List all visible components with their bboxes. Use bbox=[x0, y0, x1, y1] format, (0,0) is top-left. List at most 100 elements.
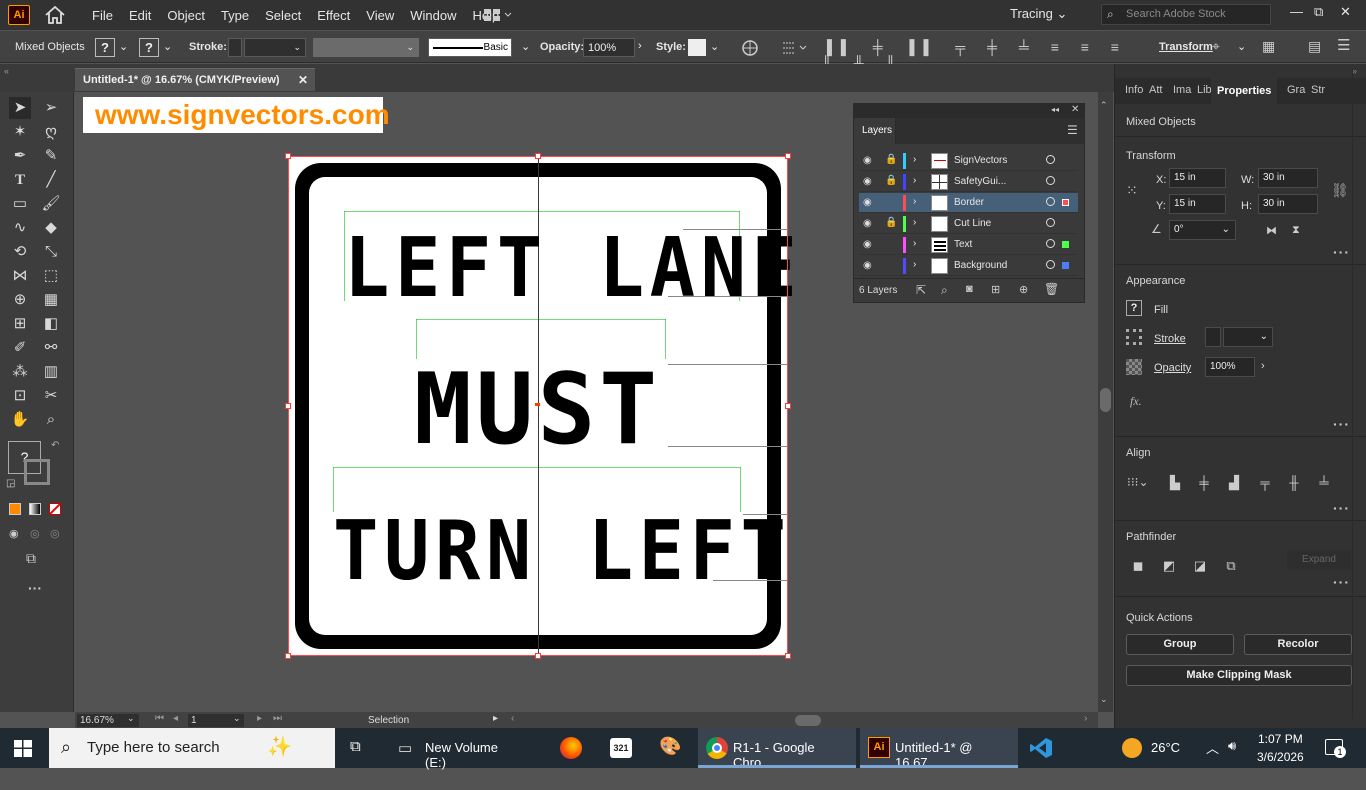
zoom-tool-icon[interactable]: ⌕ bbox=[40, 409, 62, 431]
align-vertical-center-icon[interactable]: ╫ bbox=[1286, 476, 1302, 490]
curvature-tool-icon[interactable]: ✎ bbox=[40, 145, 62, 167]
collapse-panel-icon[interactable]: ◂◂ bbox=[1051, 105, 1059, 114]
draw-inside-icon[interactable]: ◎ bbox=[50, 527, 60, 540]
visibility-eye-icon[interactable]: ◉ bbox=[863, 260, 872, 271]
resize-handle[interactable] bbox=[785, 403, 791, 409]
eyedropper-tool-icon[interactable]: ✐ bbox=[9, 337, 31, 359]
fill-swatch[interactable]: ? bbox=[1126, 300, 1142, 316]
variable-width-profile[interactable]: ⌄ bbox=[313, 38, 419, 57]
expand-arrow-icon[interactable]: › bbox=[913, 175, 916, 186]
next-artboard-icon[interactable]: ▸ bbox=[257, 713, 262, 724]
type-tool-icon[interactable]: T bbox=[9, 169, 31, 191]
tab-properties[interactable]: Properties bbox=[1211, 78, 1278, 104]
search-adobe-stock-input[interactable]: ⌕ Search Adobe Stock bbox=[1101, 4, 1271, 25]
stroke-weight-dropdown[interactable]: ⌄ bbox=[1223, 327, 1273, 347]
flip-horizontal-icon[interactable]: ⧓ bbox=[1266, 224, 1277, 237]
align-to-icon[interactable]: ⁝⁝⁝⌄ bbox=[1127, 475, 1149, 489]
layer-name[interactable]: Text bbox=[954, 239, 972, 250]
expand-arrow-icon[interactable]: › bbox=[913, 217, 916, 228]
chevron-down-icon[interactable]: ⌄ bbox=[521, 40, 530, 53]
target-circle-icon[interactable] bbox=[1046, 218, 1055, 227]
workspace-switcher[interactable]: Tracing ⌄ bbox=[1010, 6, 1067, 22]
fx-icon[interactable]: fx. bbox=[1130, 394, 1142, 409]
align-left-icon[interactable]: ▙ bbox=[1167, 476, 1183, 490]
selection-bounding-box[interactable] bbox=[288, 156, 788, 656]
width-tool-icon[interactable]: ⋈ bbox=[9, 265, 31, 287]
lock-icon[interactable]: 🔒 bbox=[885, 217, 897, 228]
fill-swatch[interactable]: ? bbox=[95, 38, 115, 57]
first-artboard-icon[interactable]: ⏮ bbox=[155, 713, 164, 724]
reference-point-icon[interactable]: ⁙ bbox=[1126, 182, 1138, 199]
vertical-scrollbar[interactable]: ⌃ ⌄ bbox=[1098, 92, 1113, 712]
calendar-app-icon[interactable]: 321 bbox=[610, 738, 632, 758]
target-circle-icon[interactable] bbox=[1046, 260, 1055, 269]
hand-tool-icon[interactable]: ✋ bbox=[9, 409, 31, 431]
tab-image-trace[interactable]: Ima bbox=[1173, 84, 1191, 96]
menu-effect[interactable]: Effect bbox=[309, 8, 358, 23]
chevron-down-icon[interactable]: ⌄ bbox=[233, 713, 241, 724]
panel-header[interactable]: ◂◂ ✕ bbox=[854, 104, 1084, 118]
new-sublayer-icon[interactable]: ⊞ bbox=[991, 283, 1000, 296]
stroke-color-box[interactable] bbox=[24, 459, 50, 485]
scale-tool-icon[interactable]: ⤡ bbox=[40, 241, 62, 263]
brush-definition[interactable]: Basic bbox=[428, 38, 512, 57]
chevron-down-icon[interactable]: ⌄ bbox=[710, 40, 719, 53]
new-layer-icon[interactable]: ⊕ bbox=[1019, 283, 1028, 296]
group-button[interactable]: Group bbox=[1126, 634, 1234, 655]
panel-menu-icon[interactable]: ☰ bbox=[1337, 36, 1350, 54]
scroll-thumb[interactable] bbox=[1100, 388, 1111, 412]
slice-tool-icon[interactable]: ✂ bbox=[40, 385, 62, 407]
exclude-icon[interactable]: ⧉ bbox=[1223, 559, 1239, 573]
taskbar-file-explorer[interactable]: ▭ New Volume (E:) bbox=[392, 728, 510, 770]
menu-window[interactable]: Window bbox=[402, 8, 464, 23]
free-transform-tool-icon[interactable]: ⬚ bbox=[40, 265, 62, 287]
notification-center-icon[interactable]: 1 bbox=[1325, 739, 1346, 758]
vscode-icon[interactable] bbox=[1029, 737, 1053, 759]
tab-info[interactable]: Info bbox=[1125, 84, 1143, 96]
isolate-icon[interactable]: ▦ bbox=[1262, 38, 1275, 55]
make-clipping-mask-button[interactable]: Make Clipping Mask bbox=[1126, 665, 1352, 686]
prev-artboard-icon[interactable]: ◂ bbox=[173, 713, 178, 724]
arrange-icon[interactable]: ▤ bbox=[1308, 38, 1321, 55]
blend-tool-icon[interactable]: ⚯ bbox=[40, 337, 62, 359]
document-tab[interactable]: Untitled-1* @ 16.67% (CMYK/Preview) ✕ bbox=[75, 68, 315, 91]
taskbar-chrome[interactable]: R1-1 - Google Chro... bbox=[698, 728, 856, 770]
recolor-button[interactable]: Recolor bbox=[1244, 634, 1352, 655]
close-window-icon[interactable]: ✕ bbox=[1340, 4, 1351, 20]
home-icon[interactable] bbox=[44, 6, 66, 24]
stroke-weight-dropdown[interactable]: ⌄ bbox=[244, 38, 306, 57]
visibility-eye-icon[interactable]: ◉ bbox=[863, 176, 872, 187]
lock-icon[interactable]: 🔒 bbox=[885, 175, 897, 186]
tab-gradient[interactable]: Gra bbox=[1287, 84, 1305, 96]
restore-icon[interactable]: ⧉ bbox=[1314, 4, 1323, 20]
layer-row[interactable]: ◉ › Background bbox=[859, 256, 1078, 276]
firefox-icon[interactable] bbox=[560, 737, 582, 759]
layer-row[interactable]: ◉ › Border bbox=[859, 193, 1078, 213]
visibility-eye-icon[interactable]: ◉ bbox=[863, 197, 872, 208]
screen-mode-icon[interactable]: ⧉ bbox=[26, 550, 36, 567]
tab-attributes[interactable]: Att bbox=[1149, 84, 1162, 96]
shape-builder-tool-icon[interactable]: ⊕ bbox=[9, 289, 31, 311]
export-icon[interactable]: ⇱ bbox=[916, 283, 926, 297]
align-buttons[interactable]: ▐▌ ╪ ▐▌ ╤ ╪ ╧ ≡ ≡ ≡ ║ ╫ ║ bbox=[822, 39, 1148, 71]
recolor-artwork-icon[interactable] bbox=[742, 40, 758, 56]
y-input[interactable]: 15 in bbox=[1169, 194, 1226, 214]
trash-icon[interactable]: 🗑 bbox=[1044, 282, 1059, 296]
expand-arrow-icon[interactable]: › bbox=[913, 238, 916, 249]
resize-handle[interactable] bbox=[535, 153, 541, 159]
magic-wand-tool-icon[interactable]: ✶ bbox=[9, 121, 31, 143]
constrain-proportions-icon[interactable]: ⛓ bbox=[1331, 182, 1349, 199]
transform-link[interactable]: Transform bbox=[1159, 41, 1213, 53]
stroke-swatch[interactable] bbox=[1126, 329, 1142, 345]
layers-tab[interactable]: Layers bbox=[854, 118, 896, 144]
menu-view[interactable]: View bbox=[358, 8, 402, 23]
draw-normal-icon[interactable]: ◉ bbox=[9, 527, 19, 540]
shaper-tool-icon[interactable]: ∿ bbox=[9, 217, 31, 239]
target-circle-icon[interactable] bbox=[1046, 197, 1055, 206]
collapse-toolbar-icon[interactable]: « bbox=[4, 66, 9, 76]
gradient-tool-icon[interactable]: ◧ bbox=[40, 313, 62, 335]
scroll-down-icon[interactable]: ⌄ bbox=[1100, 694, 1108, 705]
symbol-sprayer-tool-icon[interactable]: ⁂ bbox=[9, 361, 31, 383]
layer-name[interactable]: Border bbox=[954, 197, 984, 208]
arrange-documents-icon[interactable] bbox=[484, 8, 514, 22]
